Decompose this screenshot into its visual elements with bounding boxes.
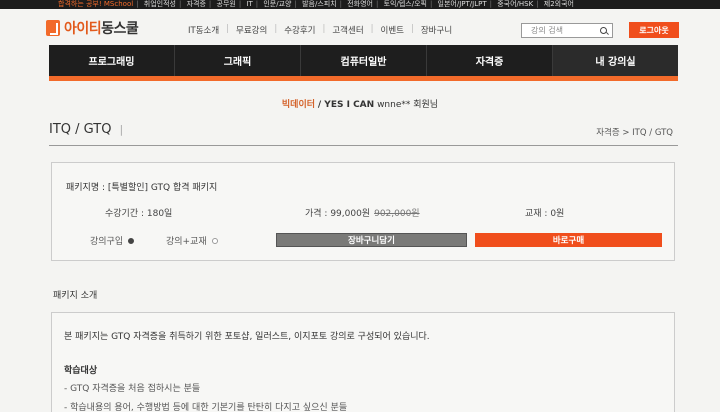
topbar-item[interactable]: 전화영어: [347, 0, 373, 8]
gnb-item-event[interactable]: 이벤트: [381, 24, 404, 36]
global-nav: IT동소개 | 무료강의 | 수강후기 | 고객센터 | 이벤트 | 장바구니: [188, 24, 453, 36]
option-lecture-textbook-radio[interactable]: 강의+교재: [166, 234, 218, 247]
topbar-item[interactable]: IT: [246, 0, 252, 8]
package-period: 수강기간 : 180일: [105, 209, 173, 219]
option-lecture-radio[interactable]: 강의구입: [90, 234, 135, 247]
welcome-message: 빅데이터 / YES I CAN wnne** 회원님: [281, 100, 439, 110]
radio-selected-icon: [128, 237, 135, 244]
top-utility-bar: 합격하는 공부! MSchool | 취업인적성 | 자격증 | 공무원 | IT | 인…: [0, 0, 720, 9]
tab-programming[interactable]: 프로그래밍: [49, 45, 175, 76]
search-placeholder: 강의 검색: [531, 26, 563, 35]
search-input[interactable]: 강의 검색: [521, 23, 613, 38]
intro-box: 본 패키지는 GTQ 자격증을 취득하기 위한 포토샵, 일러스트, 이지포토 …: [51, 312, 675, 412]
package-name: 패키지명 : [특별할인] GTQ 합격 패키지: [66, 183, 218, 193]
gnb-item-about[interactable]: IT동소개: [188, 24, 219, 36]
topbar-item[interactable]: 중국어/HSK: [497, 0, 533, 8]
logout-button[interactable]: 로그아웃: [629, 22, 679, 38]
search-icon[interactable]: [600, 27, 607, 34]
site-header: 아이티동스쿨 IT동소개 | 무료강의 | 수강후기 | 고객센터 | 이벤트 | 장바구…: [0, 9, 720, 45]
add-to-cart-button[interactable]: 장바구니담기: [276, 233, 467, 247]
nav-accent-line: [49, 76, 678, 81]
topbar-item[interactable]: 토익/텝스/오픽: [384, 0, 427, 8]
logo-icon: [46, 20, 60, 36]
target-heading: 학습대상: [64, 366, 98, 376]
topbar-item[interactable]: 제2외국어: [544, 0, 574, 8]
topbar-item[interactable]: 발음/스피치: [302, 0, 337, 8]
title-divider: [49, 145, 678, 146]
logo-text: 아이티동스쿨: [64, 21, 139, 37]
topbar-item[interactable]: 인문/교양: [263, 0, 291, 8]
tab-my-classroom[interactable]: 내 강의실: [553, 45, 678, 76]
package-price: 가격 : 99,000원 902,000원: [305, 209, 420, 219]
intro-heading: 패키지 소개: [53, 291, 98, 301]
target-item: - GTQ 자격증을 처음 접하시는 분들: [64, 384, 201, 394]
textbook-price: 교재 : 0원: [525, 209, 565, 219]
gnb-item-reviews[interactable]: 수강후기: [284, 24, 315, 36]
original-price: 902,000원: [374, 209, 420, 219]
target-item: - 학습내용의 용어, 수행방법 등에 대한 기본기를 탄탄히 다지고 싶으신 …: [64, 403, 348, 412]
buy-now-button[interactable]: 바로구매: [475, 233, 662, 247]
topbar-item[interactable]: 일본어/JPT/JLPT: [438, 0, 487, 8]
topbar-item[interactable]: 자격증: [187, 0, 206, 8]
package-info-box: 패키지명 : [특별할인] GTQ 합격 패키지 수강기간 : 180일 가격 …: [51, 162, 675, 261]
breadcrumb: 자격증 > ITQ / GTQ: [596, 128, 673, 138]
gnb-item-cart[interactable]: 장바구니: [421, 24, 452, 36]
topbar-item[interactable]: 취업인적성: [144, 0, 176, 8]
main-nav: 프로그래밍 그래픽 컴퓨터일반 자격증 내 강의실: [49, 45, 678, 76]
site-logo[interactable]: 아이티동스쿨: [46, 18, 139, 38]
page-title: ITQ / GTQ |: [49, 122, 124, 137]
intro-description: 본 패키지는 GTQ 자격증을 취득하기 위한 포토샵, 일러스트, 이지포토 …: [64, 332, 430, 342]
gnb-item-support[interactable]: 고객센터: [332, 24, 363, 36]
topbar-item-mschool[interactable]: 합격하는 공부! MSchool: [58, 0, 133, 8]
tab-graphic[interactable]: 그래픽: [175, 45, 301, 76]
radio-icon: [211, 237, 218, 244]
topbar-item[interactable]: 공무원: [217, 0, 236, 8]
gnb-item-free[interactable]: 무료강의: [236, 24, 267, 36]
tab-computer-general[interactable]: 컴퓨터일반: [301, 45, 427, 76]
tab-certificate[interactable]: 자격증: [427, 45, 553, 76]
